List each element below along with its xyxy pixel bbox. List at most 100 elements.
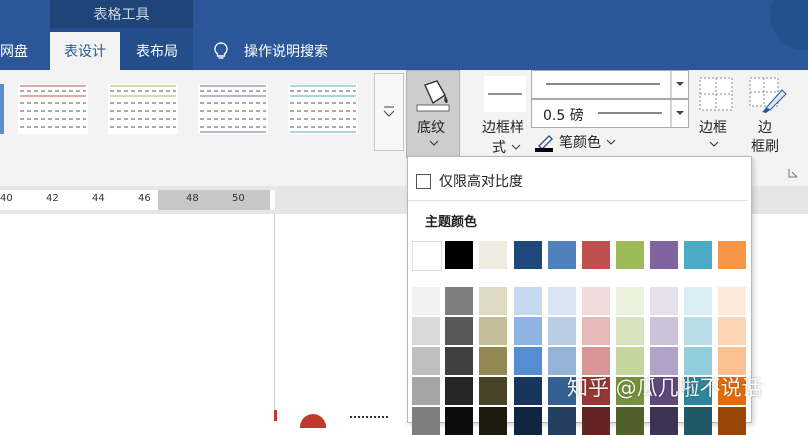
high-contrast-checkbox[interactable] bbox=[416, 173, 431, 189]
theme-color-tint-swatch[interactable] bbox=[412, 287, 440, 315]
theme-color-tint-swatch[interactable] bbox=[514, 407, 542, 435]
theme-color-tint-swatch[interactable] bbox=[718, 317, 746, 345]
theme-color-tint-swatch[interactable] bbox=[412, 347, 440, 375]
line-style-select[interactable] bbox=[531, 70, 689, 99]
border-styles-button[interactable] bbox=[484, 76, 526, 112]
theme-color-tint-swatch[interactable] bbox=[479, 287, 507, 315]
dropdown-separator bbox=[408, 200, 748, 201]
theme-color-tint-swatch[interactable] bbox=[582, 317, 610, 345]
pen-color-label: 笔颜色 bbox=[559, 135, 601, 151]
theme-color-tint-swatch[interactable] bbox=[650, 407, 678, 435]
line-style-preview bbox=[546, 71, 684, 98]
tab-label: 表布局 bbox=[136, 44, 178, 60]
theme-color-swatch[interactable] bbox=[445, 241, 473, 269]
theme-color-tint-swatch[interactable] bbox=[718, 347, 746, 375]
theme-color-tint-swatch[interactable] bbox=[479, 377, 507, 405]
more-chevron-icon bbox=[383, 106, 395, 117]
theme-color-tint-swatch[interactable] bbox=[718, 287, 746, 315]
theme-color-swatch[interactable] bbox=[412, 241, 442, 271]
gallery-more-button[interactable] bbox=[374, 73, 404, 151]
tell-me-search[interactable]: 操作说明搜索 bbox=[212, 32, 352, 70]
borders-grid-icon bbox=[699, 77, 733, 111]
theme-color-tint-swatch[interactable] bbox=[616, 347, 644, 375]
theme-color-swatch[interactable] bbox=[514, 241, 542, 269]
theme-color-swatch[interactable] bbox=[548, 241, 576, 269]
theme-color-tint-swatch[interactable] bbox=[616, 287, 644, 315]
tab-label: 表设计 bbox=[64, 44, 106, 60]
theme-color-tint-swatch[interactable] bbox=[582, 287, 610, 315]
theme-color-tint-swatch[interactable] bbox=[445, 377, 473, 405]
ruler-tick: 46 bbox=[138, 193, 151, 204]
theme-color-tint-swatch[interactable] bbox=[718, 407, 746, 435]
border-painter-icon bbox=[749, 77, 787, 113]
theme-color-tint-swatch[interactable] bbox=[479, 407, 507, 435]
theme-color-tint-swatch[interactable] bbox=[514, 377, 542, 405]
theme-color-tint-swatch[interactable] bbox=[445, 317, 473, 345]
pen-weight-preview bbox=[598, 100, 684, 127]
borders-button[interactable]: 边框 bbox=[694, 76, 734, 152]
theme-color-tint-swatch[interactable] bbox=[582, 407, 610, 435]
tab-label: 操作说明搜索 bbox=[244, 44, 328, 60]
theme-color-tint-swatch[interactable] bbox=[684, 347, 712, 375]
theme-color-tint-swatch[interactable] bbox=[514, 347, 542, 375]
theme-color-tint-swatch[interactable] bbox=[616, 407, 644, 435]
tab-table-design[interactable]: 表设计 bbox=[50, 32, 120, 70]
high-contrast-label: 仅限高对比度 bbox=[439, 174, 523, 190]
theme-color-tint-swatch[interactable] bbox=[445, 407, 473, 435]
table-style-red[interactable] bbox=[18, 84, 88, 134]
theme-color-tint-swatch[interactable] bbox=[514, 287, 542, 315]
dialog-launcher-icon[interactable] bbox=[788, 168, 798, 178]
theme-color-tint-swatch[interactable] bbox=[479, 347, 507, 375]
theme-color-swatch[interactable] bbox=[479, 241, 507, 269]
ruler-tick: 44 bbox=[92, 193, 105, 204]
theme-color-tint-swatch[interactable] bbox=[548, 407, 576, 435]
ruler-column-marker[interactable] bbox=[158, 190, 270, 210]
document-text-partial bbox=[350, 416, 388, 423]
theme-color-tint-swatch[interactable] bbox=[582, 347, 610, 375]
table-style-preview bbox=[200, 85, 266, 133]
border-painter-button[interactable]: 边 框刷 bbox=[744, 76, 790, 156]
theme-color-tint-swatch[interactable] bbox=[548, 317, 576, 345]
lightbulb-icon bbox=[214, 42, 228, 59]
page-boundary bbox=[274, 214, 275, 421]
chevron-down-icon bbox=[511, 144, 521, 150]
theme-color-swatch[interactable] bbox=[718, 241, 746, 269]
theme-color-tint-swatch[interactable] bbox=[650, 287, 678, 315]
theme-color-tint-swatch[interactable] bbox=[412, 377, 440, 405]
theme-color-tint-swatch[interactable] bbox=[445, 347, 473, 375]
theme-color-tint-swatch[interactable] bbox=[548, 347, 576, 375]
theme-color-swatch[interactable] bbox=[684, 241, 712, 269]
table-style-purple[interactable] bbox=[198, 84, 268, 134]
table-style-preview bbox=[110, 85, 176, 128]
ruler-tick: 42 bbox=[46, 193, 59, 204]
border-styles-label-2: 式 bbox=[492, 137, 522, 157]
theme-color-swatch[interactable] bbox=[616, 241, 644, 269]
tab-baidu-netdisk[interactable]: 度网盘 bbox=[0, 32, 44, 70]
table-style-partial[interactable] bbox=[0, 84, 4, 134]
theme-color-tint-swatch[interactable] bbox=[684, 287, 712, 315]
theme-color-tint-swatch[interactable] bbox=[684, 317, 712, 345]
high-contrast-option[interactable]: 仅限高对比度 bbox=[416, 171, 523, 191]
table-style-aqua[interactable] bbox=[288, 84, 358, 134]
theme-color-tint-swatch[interactable] bbox=[548, 287, 576, 315]
pen-color-button[interactable]: 笔颜色 bbox=[535, 132, 617, 152]
theme-color-swatch[interactable] bbox=[582, 241, 610, 269]
painter-label: 边 bbox=[758, 120, 772, 136]
theme-color-tint-swatch[interactable] bbox=[412, 407, 440, 435]
watermark-text: 知乎 @瓜几啦不说话 bbox=[567, 376, 763, 400]
table-style-preview bbox=[290, 85, 356, 133]
theme-color-swatch[interactable] bbox=[650, 241, 678, 269]
pen-weight-select[interactable]: 0.5 磅 bbox=[531, 99, 689, 128]
ruler-tick: 40 bbox=[0, 193, 13, 204]
theme-color-tint-swatch[interactable] bbox=[684, 407, 712, 435]
theme-color-tint-swatch[interactable] bbox=[445, 287, 473, 315]
theme-color-tint-swatch[interactable] bbox=[616, 317, 644, 345]
shading-button[interactable]: 底纹 bbox=[406, 70, 460, 158]
table-style-green[interactable] bbox=[108, 84, 178, 134]
theme-color-tint-swatch[interactable] bbox=[650, 317, 678, 345]
theme-color-tint-swatch[interactable] bbox=[650, 347, 678, 375]
theme-color-tint-swatch[interactable] bbox=[514, 317, 542, 345]
tab-table-layout[interactable]: 表布局 bbox=[125, 32, 189, 70]
theme-color-tint-swatch[interactable] bbox=[479, 317, 507, 345]
theme-color-tint-swatch[interactable] bbox=[412, 317, 440, 345]
